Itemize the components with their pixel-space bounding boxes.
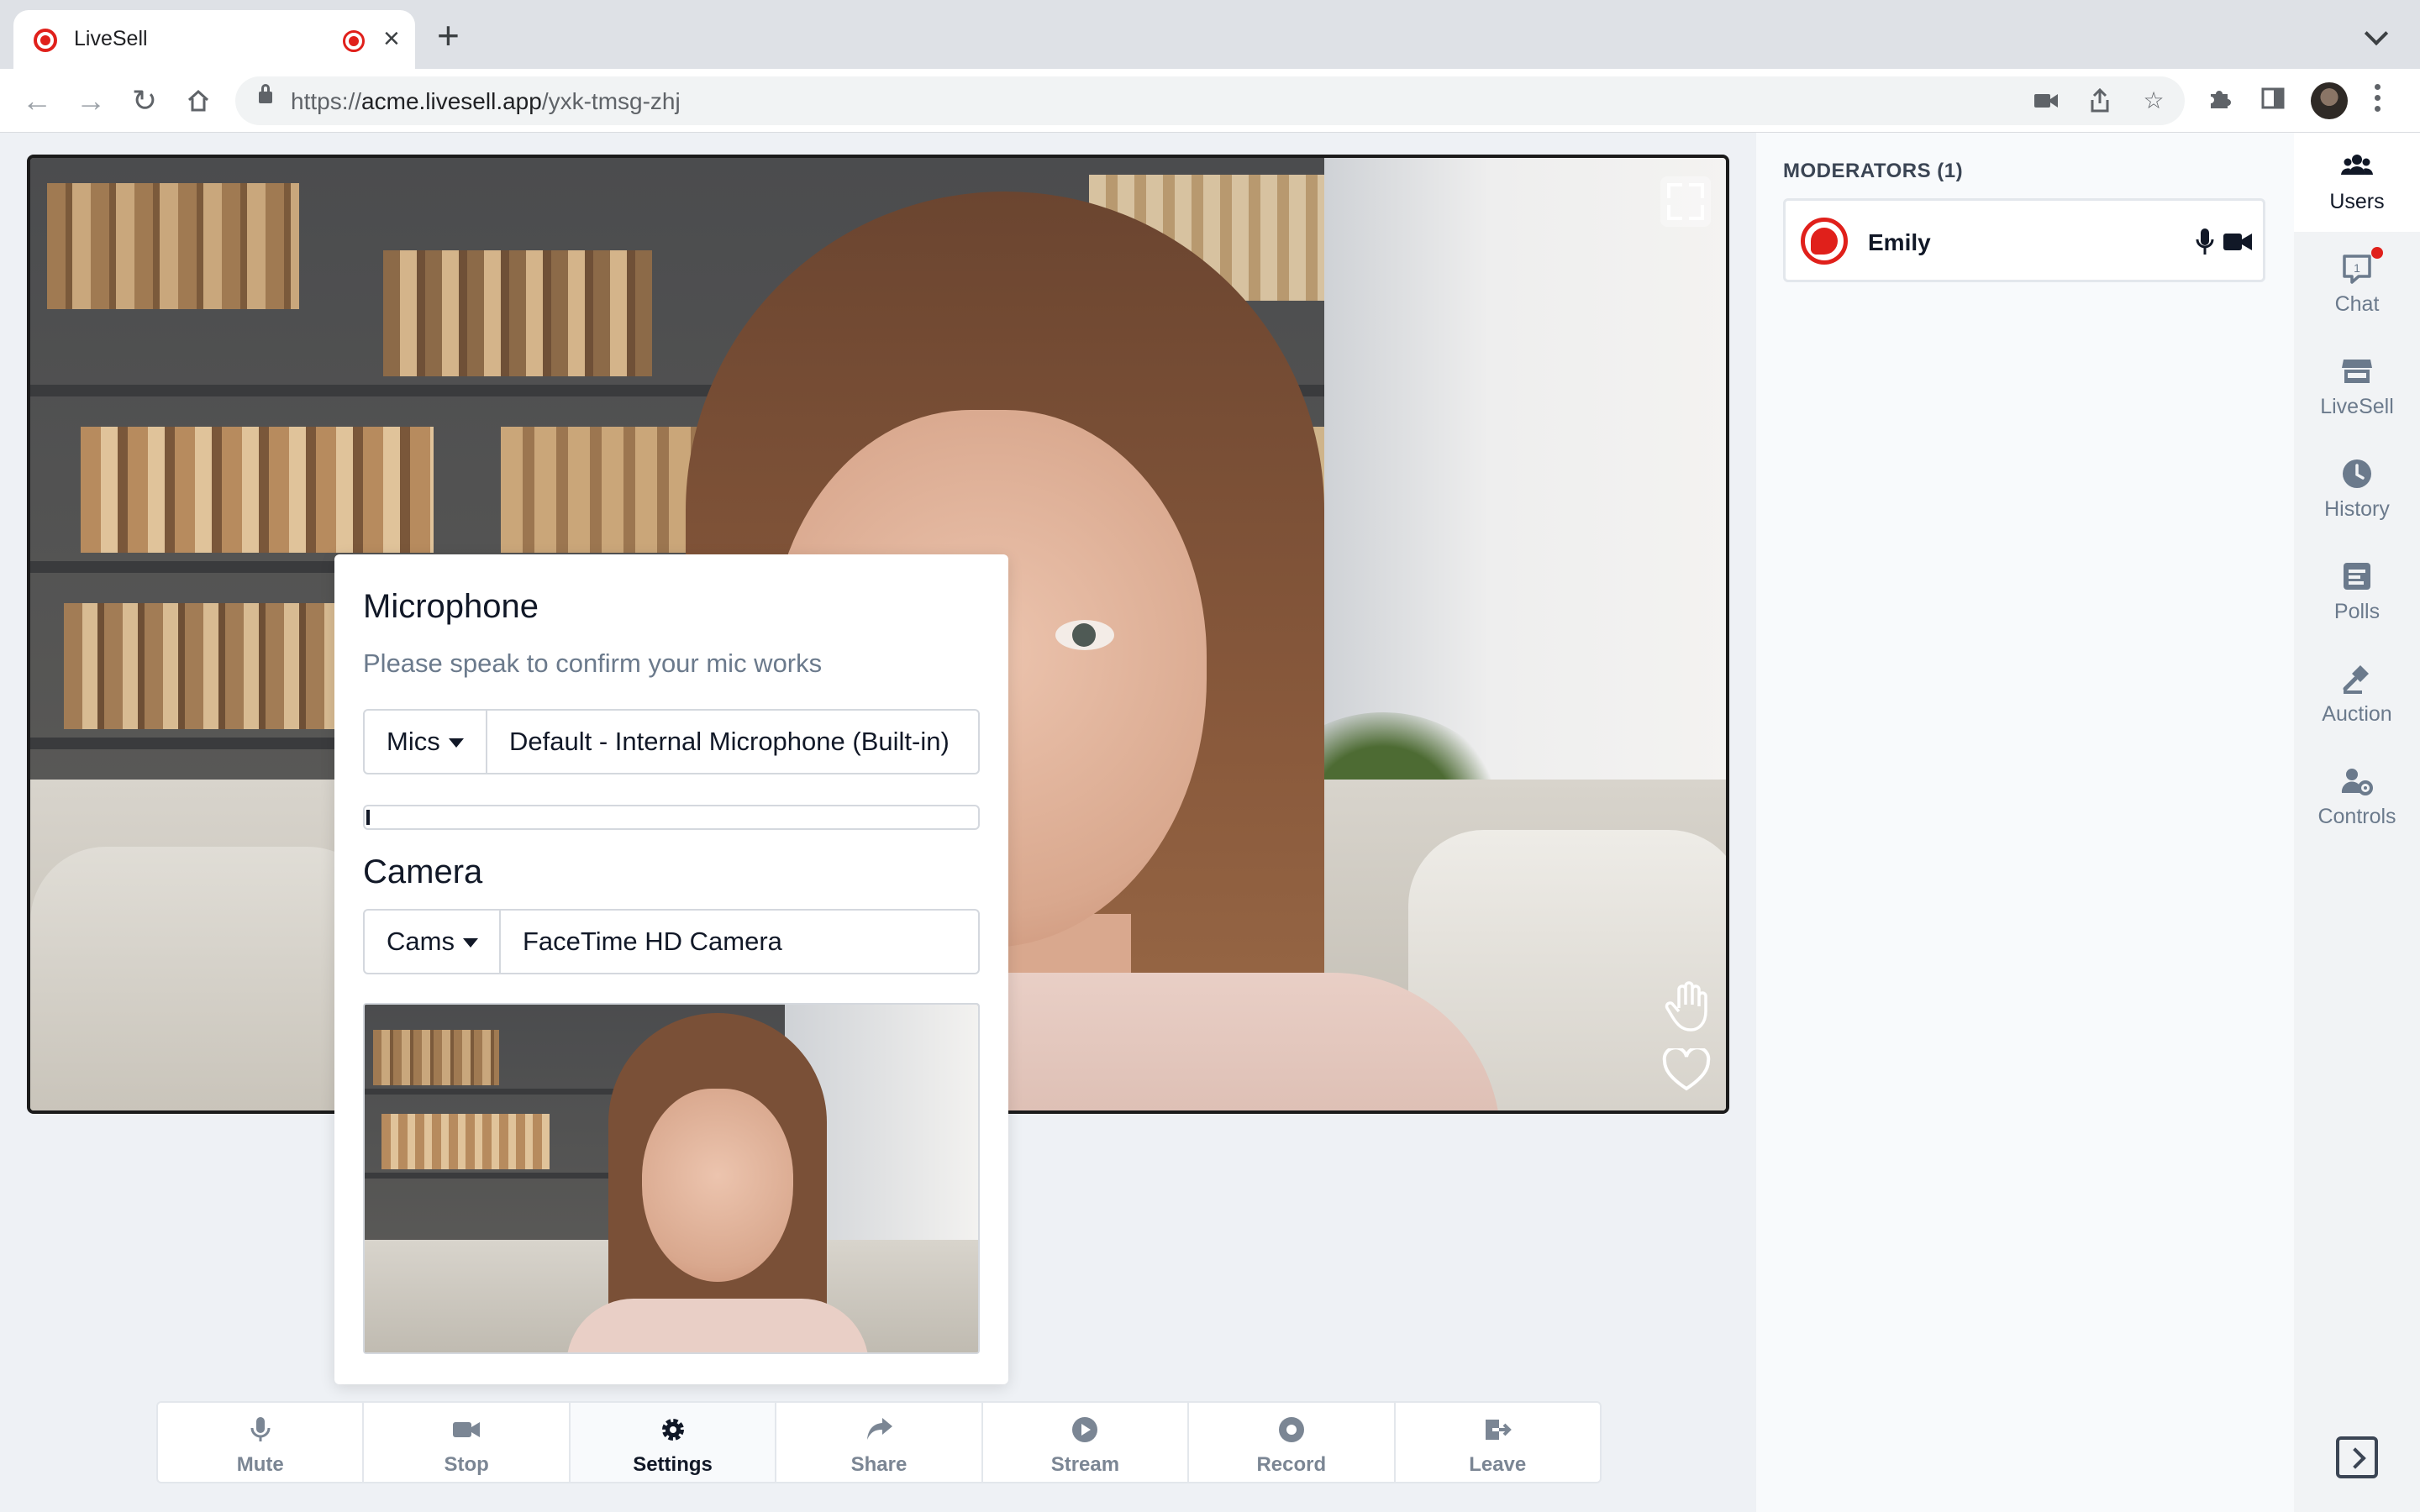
leave-button[interactable]: Leave	[1396, 1403, 1600, 1482]
nav-label: Polls	[2333, 600, 2381, 623]
settings-button[interactable]: Settings	[570, 1403, 777, 1482]
nav-item-chat[interactable]: 1 Chat	[2294, 235, 2420, 334]
unread-badge	[2371, 247, 2383, 259]
microphone-heading: Microphone	[363, 588, 539, 625]
new-tab-button[interactable]: +	[437, 16, 460, 55]
clock-icon	[2343, 459, 2371, 488]
mic-icon	[250, 1417, 271, 1441]
record-label: Record	[1256, 1453, 1327, 1476]
back-arrow-icon[interactable]: ←	[18, 82, 55, 119]
side-navigation: Users 1 Chat LiveSell History Polls Auct…	[2294, 133, 2420, 1512]
browser-tab[interactable]: LiveSell ×	[13, 10, 415, 69]
sofa-cushion-left	[30, 847, 383, 1110]
home-icon	[187, 89, 209, 112]
tab-title: LiveSell	[74, 27, 148, 50]
nav-item-users[interactable]: Users	[2294, 133, 2420, 232]
stream-label: Stream	[1050, 1453, 1120, 1476]
caret-down-icon	[462, 938, 478, 948]
tab-close-icon[interactable]: ×	[383, 24, 400, 54]
livesell-favicon-icon	[34, 29, 57, 52]
mic-level-meter	[363, 805, 980, 830]
mute-label: Mute	[236, 1453, 284, 1476]
play-circle-icon	[1072, 1417, 1098, 1442]
microphone-selected-value[interactable]: Default - Internal Microphone (Built-in)	[509, 711, 973, 773]
gavel-icon	[2343, 665, 2369, 694]
hand-icon	[1665, 981, 1707, 1032]
url-text: https://acme.livesell.app/yxk-tmsg-zhj	[291, 88, 681, 114]
chat-icon: 1	[2343, 255, 2371, 284]
profile-avatar[interactable]	[2311, 82, 2348, 119]
stream-button[interactable]: Stream	[983, 1403, 1190, 1482]
share-label: Share	[850, 1453, 908, 1476]
side-panel-icon[interactable]	[2257, 86, 2289, 118]
home-button[interactable]	[180, 82, 217, 119]
mic-icon	[2196, 228, 2214, 255]
nav-item-history[interactable]: History	[2294, 440, 2420, 539]
user-name: Emily	[1868, 229, 1931, 255]
share-arrow-icon	[866, 1418, 892, 1440]
nav-label: History	[2324, 497, 2390, 521]
poll-icon	[2344, 563, 2370, 590]
svg-text:1: 1	[2354, 261, 2360, 275]
avatar	[1801, 218, 1848, 265]
gear-icon	[661, 1419, 684, 1441]
share-button[interactable]: Share	[776, 1403, 983, 1482]
nav-label: Controls	[2317, 805, 2396, 828]
mics-dropdown-button[interactable]: Mics	[365, 711, 487, 773]
nav-label: Users	[2329, 190, 2385, 213]
reload-icon[interactable]: ↻	[126, 82, 163, 119]
tab-search-chevron-icon[interactable]	[2364, 21, 2389, 46]
cams-dropdown-button[interactable]: Cams	[365, 911, 501, 973]
user-cog-icon	[2341, 769, 2373, 795]
device-settings-popover: Microphone Please speak to confirm your …	[334, 554, 1008, 1384]
nav-label: LiveSell	[2320, 395, 2394, 418]
address-bar[interactable]: https://acme.livesell.app/yxk-tmsg-zhj ☆	[235, 76, 2185, 125]
meeting-action-bar: Mute Stop Settings Share Stream Record L…	[156, 1401, 1602, 1483]
record-icon	[1278, 1417, 1304, 1442]
lock-icon	[259, 84, 272, 103]
camera-heading: Camera	[363, 853, 483, 890]
nav-label: Auction	[2322, 702, 2392, 726]
tab-recording-icon	[343, 30, 365, 52]
users-panel: MODERATORS (1) Emily	[1756, 133, 2294, 1512]
camera-in-use-icon[interactable]	[2032, 87, 2060, 115]
settings-label: Settings	[633, 1453, 713, 1476]
camera-select: Cams FaceTime HD Camera	[363, 909, 980, 974]
browser-tab-strip: LiveSell × +	[0, 0, 2420, 69]
heart-icon	[1662, 1046, 1711, 1091]
browser-toolbar: ← → ↻ https://acme.livesell.app/yxk-tmsg…	[0, 69, 2420, 133]
video-camera-icon	[2223, 234, 2252, 250]
video-camera-icon	[453, 1422, 481, 1437]
user-list-item[interactable]: Emily	[1783, 198, 2265, 282]
mute-button[interactable]: Mute	[158, 1403, 365, 1482]
collapse-panel-button[interactable]	[2336, 1436, 2378, 1478]
nav-item-polls[interactable]: Polls	[2294, 543, 2420, 642]
stop-video-button[interactable]: Stop	[364, 1403, 571, 1482]
forward-arrow-icon[interactable]: →	[72, 82, 109, 119]
store-icon	[2342, 360, 2372, 383]
caret-down-icon	[448, 738, 464, 748]
nav-label: Chat	[2334, 292, 2380, 316]
leave-icon	[1486, 1420, 1512, 1440]
record-button[interactable]: Record	[1189, 1403, 1396, 1482]
camera-selected-value[interactable]: FaceTime HD Camera	[523, 911, 973, 973]
mic-level-fill	[366, 810, 370, 825]
extensions-puzzle-icon[interactable]	[2203, 86, 2235, 118]
browser-menu-icon[interactable]	[2375, 84, 2381, 118]
microphone-instructions: Please speak to confirm your mic works	[363, 648, 823, 678]
bookmark-star-icon[interactable]: ☆	[2139, 87, 2168, 115]
nav-item-livesell[interactable]: LiveSell	[2294, 338, 2420, 437]
fullscreen-button[interactable]	[1660, 176, 1711, 227]
stop-label: Stop	[444, 1453, 489, 1476]
like-button[interactable]	[1662, 1046, 1712, 1099]
users-icon	[2341, 155, 2373, 175]
camera-preview	[363, 1003, 980, 1354]
microphone-select: Mics Default - Internal Microphone (Buil…	[363, 709, 980, 774]
share-page-icon[interactable]	[2086, 87, 2114, 115]
raise-hand-button[interactable]	[1662, 981, 1712, 1032]
nav-item-auction[interactable]: Auction	[2294, 645, 2420, 744]
moderators-heading: MODERATORS (1)	[1783, 160, 1964, 182]
leave-label: Leave	[1469, 1453, 1527, 1476]
nav-item-controls[interactable]: Controls	[2294, 748, 2420, 847]
